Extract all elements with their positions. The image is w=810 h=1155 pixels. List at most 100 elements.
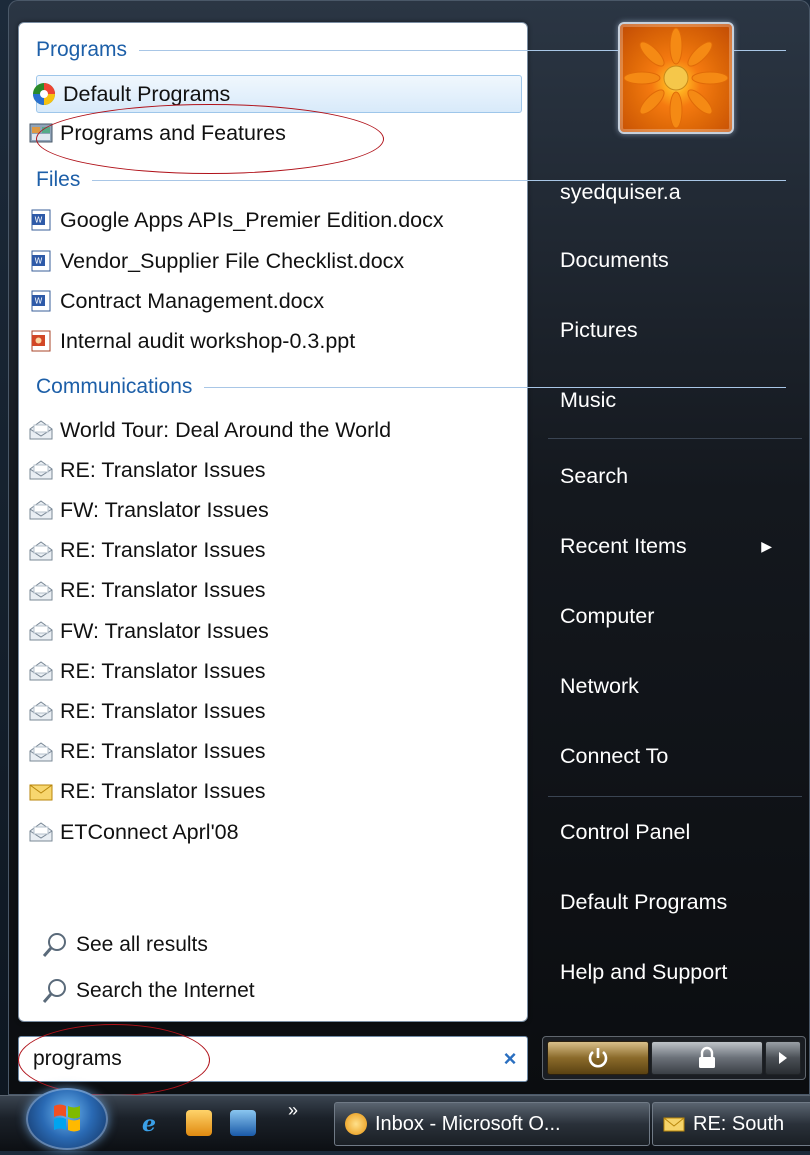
power-button[interactable]: [547, 1041, 649, 1075]
separator: [548, 796, 802, 797]
result-communication[interactable]: RE: Translator Issues: [26, 452, 520, 488]
start-search-box: ×: [18, 1036, 528, 1082]
taskbar-button-inbox[interactable]: Inbox - Microsoft O...: [334, 1102, 650, 1146]
control-panel-link[interactable]: Control Panel: [560, 820, 790, 845]
result-label: RE: Translator Issues: [60, 658, 266, 683]
show-desktop-icon[interactable]: [230, 1110, 256, 1136]
taskbar-button-re-south[interactable]: RE: South: [652, 1102, 810, 1146]
section-files-label: Files: [36, 168, 81, 191]
quicklaunch-overflow-icon[interactable]: »: [288, 1100, 298, 1121]
taskbar-button-label: Inbox - Microsoft O...: [375, 1112, 561, 1135]
result-label: RE: Translator Issues: [60, 779, 266, 804]
recent-items-link[interactable]: Recent Items ▶: [560, 534, 790, 559]
lock-button[interactable]: [651, 1041, 763, 1075]
outlook-icon: [345, 1113, 367, 1135]
open-mail-icon: [26, 497, 56, 523]
result-label: Contract Management.docx: [60, 288, 325, 313]
result-default-programs[interactable]: Default Programs: [33, 75, 522, 113]
default-programs-label: Default Programs: [560, 890, 728, 914]
open-mail-icon: [26, 578, 56, 604]
powerpoint-icon: [26, 328, 56, 354]
svg-text:W: W: [35, 216, 43, 225]
help-support-link[interactable]: Help and Support: [560, 960, 790, 985]
network-link[interactable]: Network: [560, 674, 790, 699]
windows-logo-icon: [54, 1104, 80, 1132]
internet-explorer-icon[interactable]: e: [136, 1110, 162, 1137]
see-all-results-link[interactable]: See all results: [40, 930, 208, 960]
documents-label: Documents: [560, 248, 669, 272]
help-support-label: Help and Support: [560, 960, 728, 984]
result-label: RE: Translator Issues: [60, 457, 266, 482]
result-label: RE: Translator Issues: [60, 698, 266, 723]
result-communication[interactable]: FW: Translator Issues: [26, 613, 520, 649]
music-link[interactable]: Music: [560, 388, 790, 413]
open-mail-icon: [26, 538, 56, 564]
result-label: Vendor_Supplier File Checklist.docx: [60, 248, 405, 273]
result-communication[interactable]: RE: Translator Issues: [26, 653, 520, 689]
result-communication[interactable]: RE: Translator Issues: [26, 774, 520, 810]
music-label: Music: [560, 388, 617, 412]
result-programs-and-features[interactable]: Programs and Features: [26, 115, 520, 151]
open-mail-icon: [26, 658, 56, 684]
result-file-internal-audit[interactable]: Internal audit workshop-0.3.ppt: [26, 323, 520, 359]
computer-label: Computer: [560, 604, 655, 628]
search-internet-link[interactable]: Search the Internet: [40, 976, 255, 1006]
result-communication[interactable]: RE: Translator Issues: [26, 573, 520, 609]
open-mail-icon: [26, 819, 56, 845]
taskbar-button-label: RE: South: [693, 1112, 785, 1135]
section-communications-label: Communications: [36, 375, 193, 398]
lock-icon: [699, 1046, 715, 1068]
network-label: Network: [560, 674, 639, 698]
result-file-vendor-supplier[interactable]: W Vendor_Supplier File Checklist.docx: [26, 243, 520, 279]
svg-text:e: e: [142, 1111, 156, 1136]
computer-link[interactable]: Computer: [560, 604, 790, 629]
open-mail-icon: [26, 618, 56, 644]
result-communication[interactable]: FW: Translator Issues: [26, 492, 520, 528]
result-file-google-apps[interactable]: W Google Apps APIs_Premier Edition.docx: [26, 202, 520, 238]
see-all-results-label: See all results: [76, 933, 208, 956]
open-mail-icon: [26, 739, 56, 765]
result-communication[interactable]: World Tour: Deal Around the World: [26, 412, 520, 448]
result-label: Default Programs: [63, 81, 231, 106]
start-search-input[interactable]: [19, 1046, 493, 1072]
open-mail-icon: [26, 698, 56, 724]
open-mail-icon: [26, 417, 56, 443]
result-label: ETConnect Aprl'08: [60, 819, 239, 844]
result-communication[interactable]: ETConnect Aprl'08: [26, 814, 520, 850]
result-communication[interactable]: RE: Translator Issues: [26, 693, 520, 729]
result-file-contract-management[interactable]: W Contract Management.docx: [26, 283, 520, 319]
word-doc-icon: W: [26, 207, 56, 233]
result-label: FW: Translator Issues: [60, 497, 269, 522]
shutdown-options-button[interactable]: [765, 1041, 801, 1075]
power-controls: [542, 1036, 806, 1080]
chevron-right-icon: ▶: [761, 538, 772, 554]
result-communication[interactable]: RE: Translator Issues: [26, 533, 520, 569]
svg-text:W: W: [35, 297, 43, 306]
power-icon: [588, 1048, 608, 1068]
arrow-right-icon: [779, 1052, 787, 1064]
pictures-label: Pictures: [560, 318, 638, 342]
svg-text:W: W: [35, 257, 43, 266]
search-link[interactable]: Search: [560, 464, 790, 489]
result-communication[interactable]: RE: Translator Issues: [26, 734, 520, 770]
pictures-link[interactable]: Pictures: [560, 318, 790, 343]
result-label: FW: Translator Issues: [60, 618, 269, 643]
start-button[interactable]: [26, 1088, 108, 1150]
result-label: Internal audit workshop-0.3.ppt: [60, 328, 356, 353]
default-programs-icon: [29, 81, 59, 107]
result-label: Google Apps APIs_Premier Edition.docx: [60, 207, 444, 232]
documents-link[interactable]: Documents: [560, 248, 790, 273]
control-panel-label: Control Panel: [560, 820, 691, 844]
connect-to-link[interactable]: Connect To: [560, 744, 790, 769]
result-label: RE: Translator Issues: [60, 578, 266, 603]
clear-search-icon[interactable]: ×: [493, 1046, 527, 1072]
user-folder-link[interactable]: syedquiser.a: [560, 180, 790, 205]
result-label: Programs and Features: [60, 120, 286, 145]
separator: [548, 438, 802, 439]
word-doc-icon: W: [26, 248, 56, 274]
search-internet-label: Search the Internet: [76, 979, 255, 1002]
open-mail-icon: [26, 457, 56, 483]
user-picture[interactable]: [618, 22, 734, 134]
outlook-quicklaunch-icon[interactable]: [186, 1110, 212, 1136]
default-programs-link[interactable]: Default Programs: [560, 890, 790, 915]
